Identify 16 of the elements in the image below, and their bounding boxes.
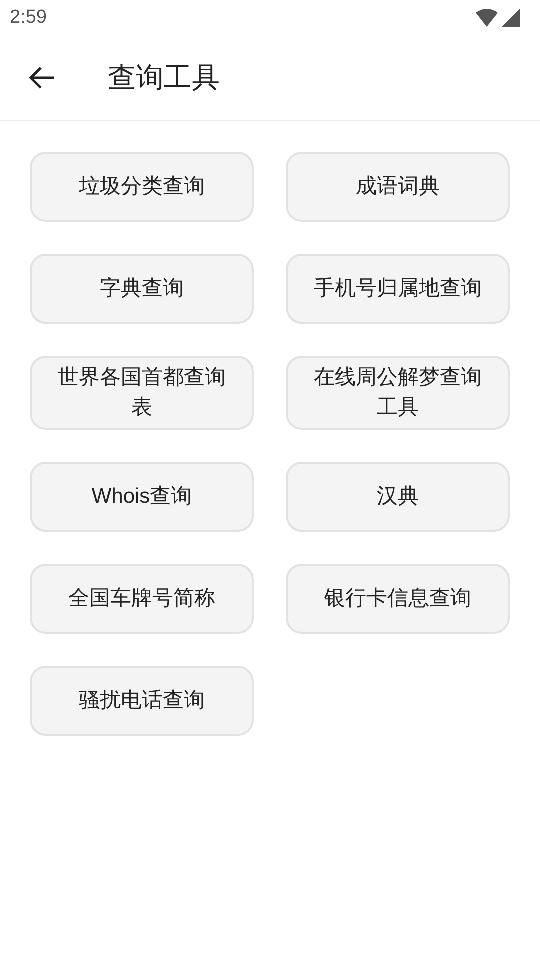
signal-icon <box>502 9 520 27</box>
tool-button[interactable]: 手机号归属地查询 <box>286 254 510 324</box>
tool-button[interactable]: 成语词典 <box>286 152 510 222</box>
tool-button[interactable]: 全国车牌号简称 <box>30 564 254 634</box>
tool-button[interactable]: 垃圾分类查询 <box>30 152 254 222</box>
tool-button[interactable]: Whois查询 <box>30 462 254 532</box>
tool-button[interactable]: 字典查询 <box>30 254 254 324</box>
tool-button[interactable]: 骚扰电话查询 <box>30 666 254 736</box>
tool-button[interactable]: 银行卡信息查询 <box>286 564 510 634</box>
tool-button[interactable]: 汉典 <box>286 462 510 532</box>
tool-button[interactable]: 世界各国首都查询表 <box>30 356 254 430</box>
status-time: 2:59 <box>10 6 47 30</box>
tool-button[interactable]: 在线周公解梦查询工具 <box>286 356 510 430</box>
wifi-icon <box>476 9 498 27</box>
page-title: 查询工具 <box>108 61 220 95</box>
back-arrow-icon <box>29 66 55 90</box>
